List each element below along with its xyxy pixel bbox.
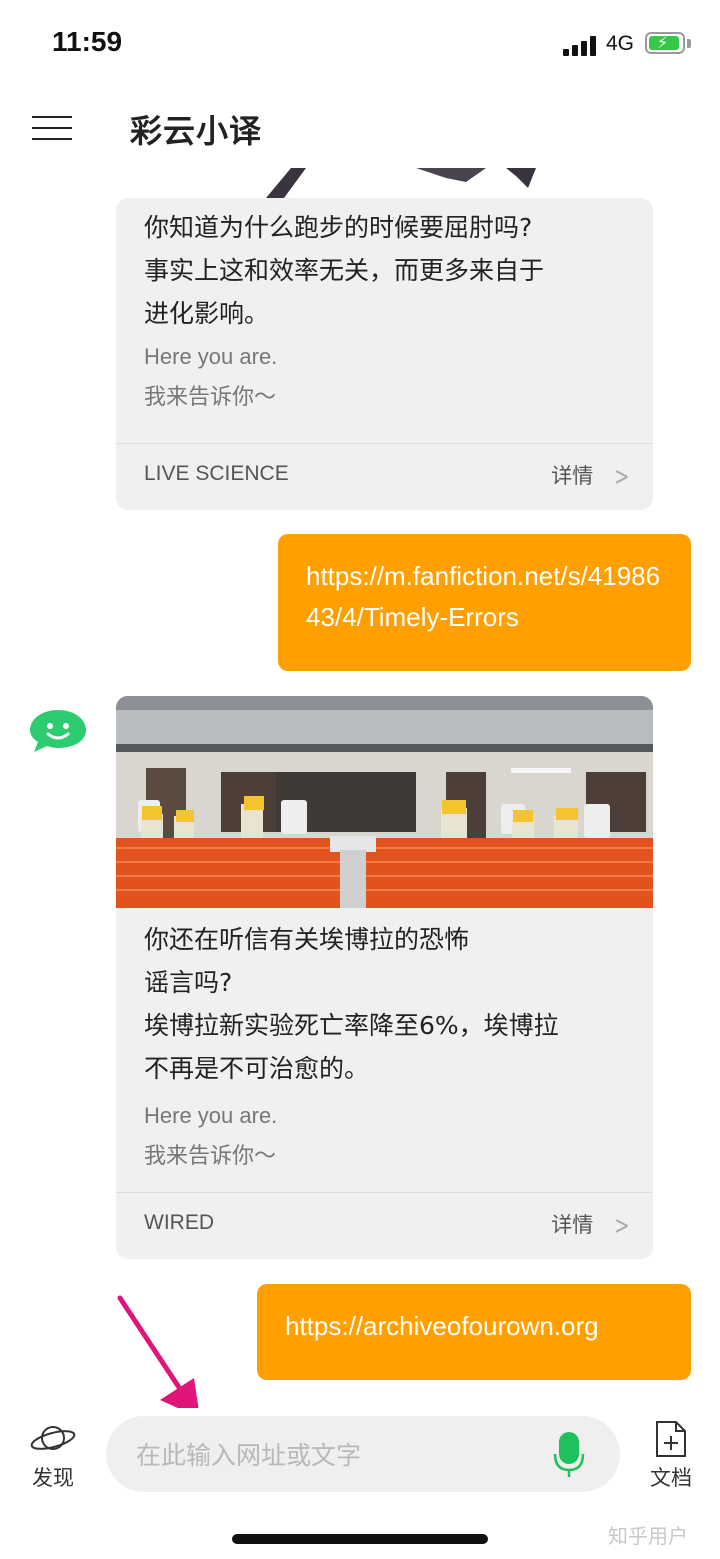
card-image [116, 696, 653, 908]
planet-icon [30, 1426, 76, 1450]
battery-icon: ⚡ [645, 32, 685, 54]
card-source: WIRED [144, 1211, 214, 1234]
detail-label: 详情 [551, 1213, 594, 1237]
docs-label: 文档 [650, 1466, 692, 1490]
watermark: 知乎用户 [608, 1524, 688, 1548]
user-message-bubble[interactable]: https://archiveofourown.org [257, 1284, 691, 1380]
card-title: 你还在听信有关埃博拉的恐怖 谣言吗? 埃博拉新实验死亡率降至6%，埃博拉 不再是… [144, 925, 559, 1083]
docs-button[interactable]: 文档 [640, 1420, 702, 1490]
card-image-partial [116, 168, 653, 198]
status-bar: 11:59 4G ⚡ [0, 0, 720, 90]
news-card[interactable]: 你知道为什么跑步的时候要屈肘吗? 事实上这和效率无关，而更多来自于 进化影响。 … [116, 198, 653, 510]
bottom-bar: 发现 文档 知乎用户 [0, 1408, 720, 1559]
detail-label: 详情 [551, 464, 594, 488]
chevron-right-icon: > [614, 1211, 630, 1241]
user-message-text: https://m.fanfiction.net/s/4198643/4/Tim… [306, 561, 661, 632]
news-card[interactable]: 你还在听信有关埃博拉的恐怖 谣言吗? 埃博拉新实验死亡率降至6%，埃博拉 不再是… [116, 696, 653, 1259]
input-container [106, 1416, 620, 1492]
card-footer: WIRED 详情 > [116, 1192, 653, 1259]
url-text-input[interactable] [134, 1428, 538, 1482]
detail-link[interactable]: 详情 > [551, 460, 633, 492]
detail-link[interactable]: 详情 > [551, 1209, 633, 1241]
card-reply-line: 我来告诉你～ [144, 384, 277, 409]
app-header: 彩云小译 [0, 90, 720, 168]
network-type: 4G [606, 32, 635, 55]
chevron-right-icon: > [614, 462, 630, 492]
microphone-icon [553, 1432, 585, 1477]
app-title: 彩云小译 [130, 112, 263, 150]
microphone-button[interactable] [552, 1430, 586, 1480]
user-message-bubble[interactable]: https://m.fanfiction.net/s/4198643/4/Tim… [278, 534, 691, 671]
card-source: LIVE SCIENCE [144, 462, 289, 485]
card-reply-line: Here you are. [144, 344, 278, 369]
card-reply-line: 我来告诉你～ [144, 1143, 277, 1168]
chat-thread[interactable]: 你知道为什么跑步的时候要屈肘吗? 事实上这和效率无关，而更多来自于 进化影响。 … [0, 168, 720, 1408]
card-title: 你知道为什么跑步的时候要屈肘吗? 事实上这和效率无关，而更多来自于 进化影响。 [144, 213, 545, 328]
signal-icon [563, 34, 599, 56]
card-footer: LIVE SCIENCE 详情 > [116, 443, 653, 510]
battery-cap [687, 39, 691, 48]
status-time: 11:59 [52, 26, 123, 57]
document-add-icon [656, 1421, 686, 1457]
discover-button[interactable]: 发现 [22, 1420, 84, 1490]
user-message-text: https://archiveofourown.org [285, 1311, 599, 1341]
chat-bot-avatar-icon [28, 708, 88, 754]
home-indicator[interactable] [232, 1534, 488, 1544]
card-reply-line: Here you are. [144, 1103, 278, 1128]
hamburger-icon[interactable] [32, 114, 72, 142]
discover-label: 发现 [32, 1466, 74, 1490]
